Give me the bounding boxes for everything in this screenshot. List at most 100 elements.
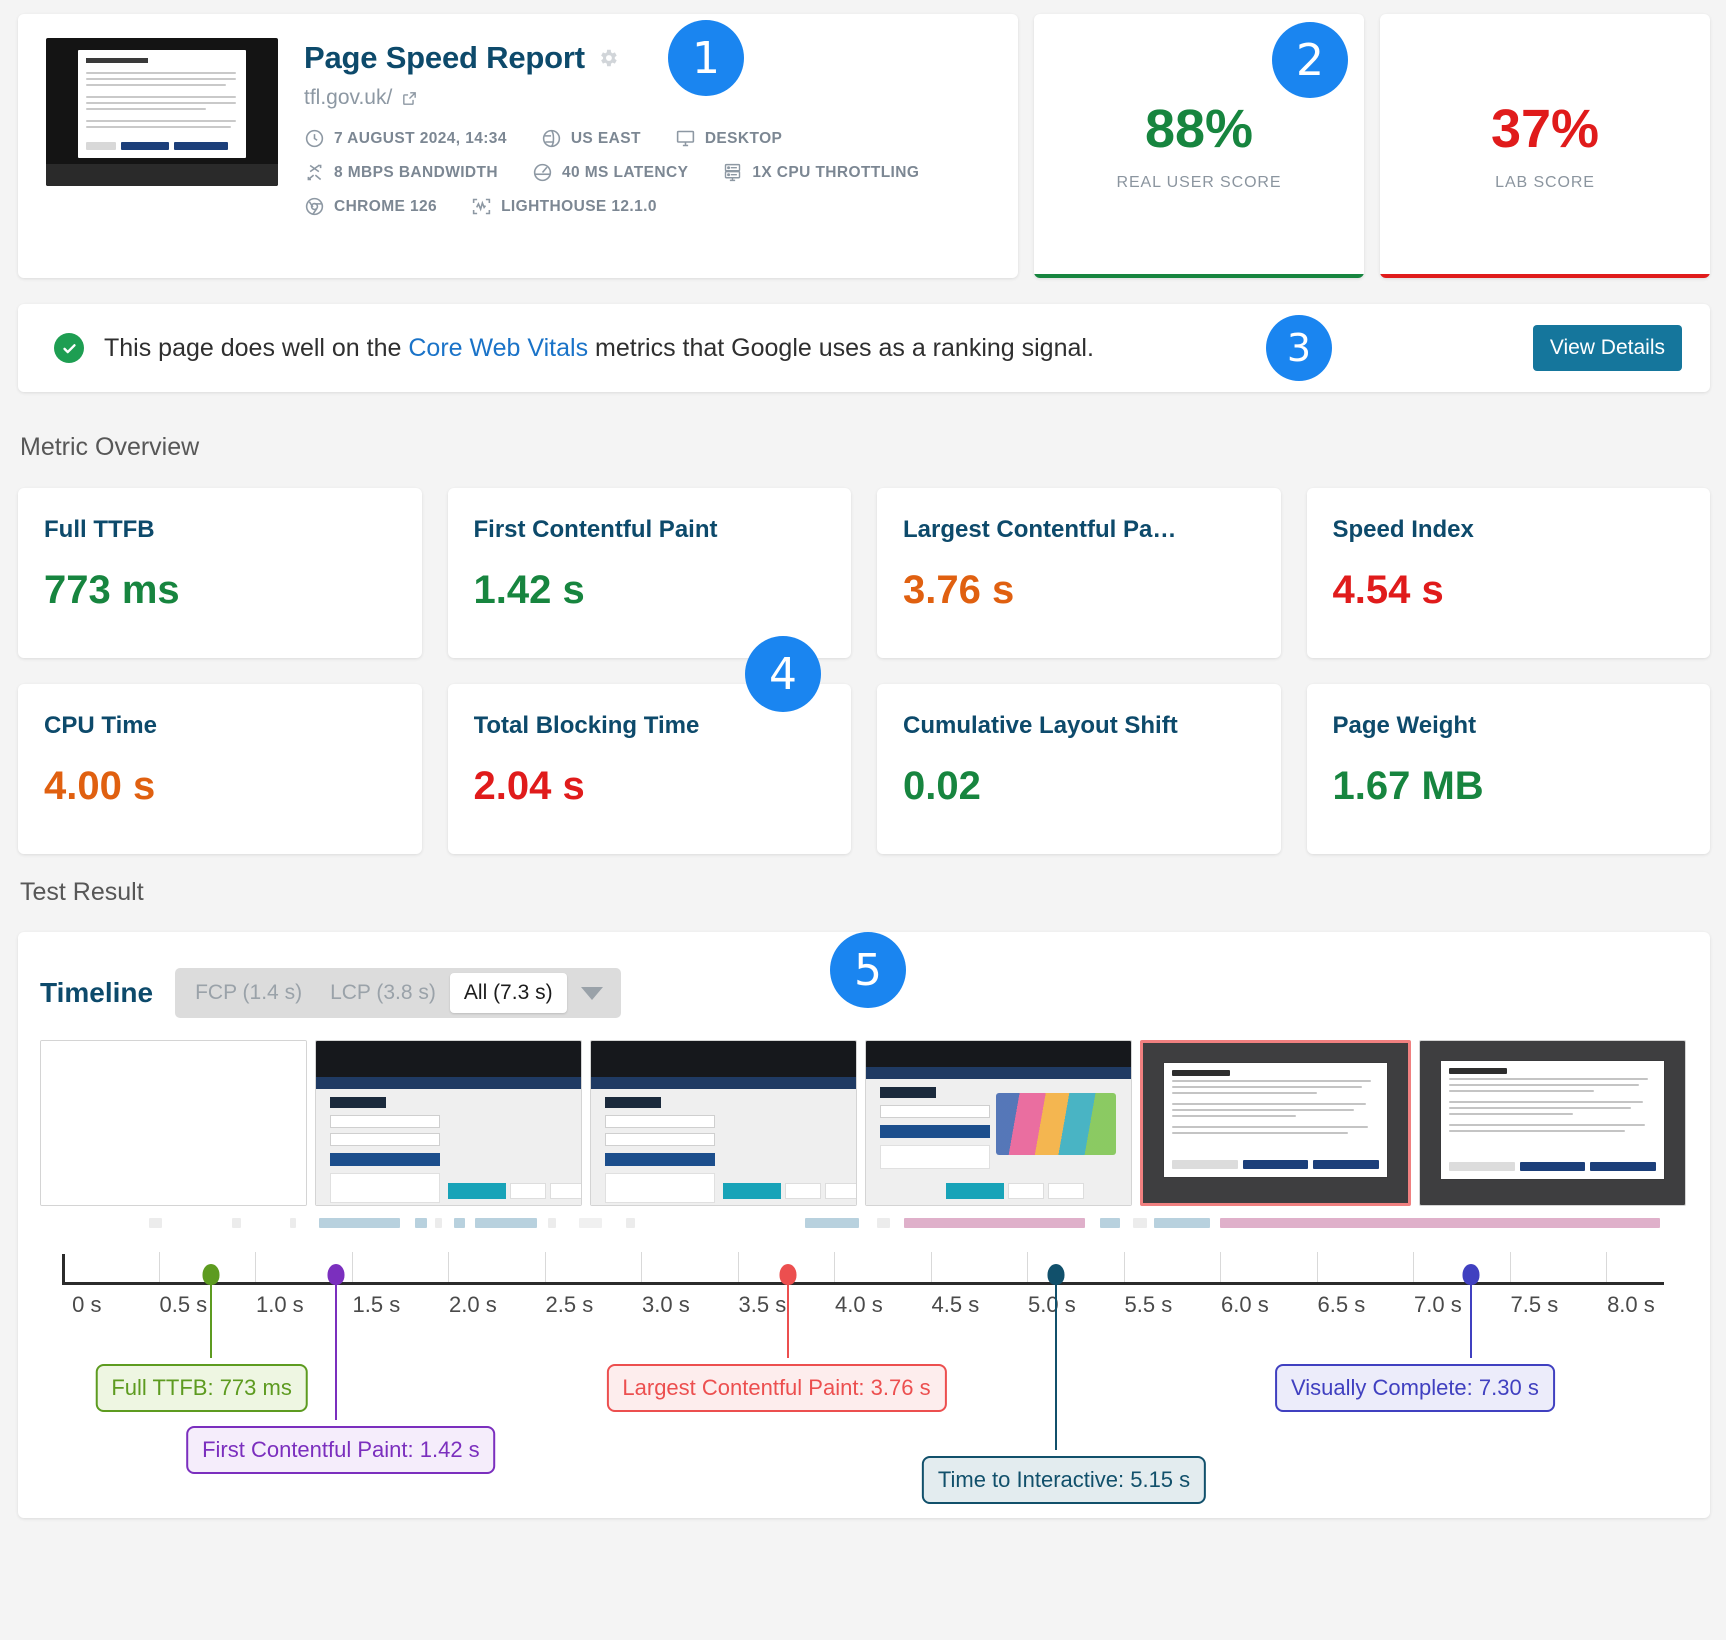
waterfall-request-strip	[62, 1216, 1664, 1230]
lab-score-value: 37%	[1490, 99, 1600, 159]
annotation-badge-3: 3	[1266, 315, 1332, 381]
cwv-message: This page does well on the Core Web Vita…	[104, 334, 1094, 363]
metric-value: 0.02	[903, 764, 981, 808]
axis-tick-label: 1.0 s	[255, 1292, 304, 1317]
annotation-badge-1: 1	[668, 20, 744, 96]
meta-label: CHROME 126	[334, 197, 438, 215]
marker-stem	[1469, 1280, 1472, 1358]
axis-tick	[351, 1252, 353, 1282]
metric-label: Largest Contentful Pa…	[903, 516, 1177, 543]
filmstrip-frame-highlighted[interactable]	[1140, 1040, 1411, 1206]
report-header-card: Page Speed Report tfl.gov.uk/ 7 AUGUST 2…	[18, 14, 1018, 278]
axis-tick-label: 5.0 s	[1028, 1292, 1076, 1317]
metric-label: First Contentful Paint	[473, 516, 718, 543]
waterfall-request-bar	[434, 1218, 443, 1228]
meta-item-latency: 40 MS LATENCY	[532, 162, 688, 183]
axis-tick	[1123, 1252, 1125, 1282]
meta-label: 7 AUGUST 2024, 14:34	[334, 129, 507, 147]
waterfall-request-bar	[475, 1218, 537, 1228]
metric-label: CPU Time	[44, 712, 157, 739]
lab-score-label: LAB SCORE	[1495, 174, 1595, 191]
waterfall-request-bar	[1100, 1218, 1120, 1228]
waterfall-request-bar	[579, 1218, 603, 1228]
axis-tick	[1606, 1252, 1608, 1282]
timeline-tab-lcp[interactable]: LCP (3.8 s)	[316, 973, 450, 1013]
annotation-badge-5: 5	[830, 932, 906, 1008]
page-screenshot-thumbnail	[46, 38, 278, 186]
metric-card-speed-index[interactable]: Speed Index 4.54 s	[1306, 488, 1710, 658]
cpu-icon	[725, 163, 741, 182]
axis-line	[62, 1282, 1664, 1285]
metric-value: 773 ms	[44, 568, 180, 612]
filmstrip-frame[interactable]	[590, 1040, 857, 1206]
meta-label: 1X CPU THROTTLING	[752, 163, 920, 181]
timeline-title: Timeline	[40, 977, 154, 1008]
axis-tick	[737, 1252, 739, 1282]
external-link-icon[interactable]	[401, 90, 418, 107]
timeline-tab-fcp[interactable]: FCP (1.4 s)	[181, 973, 316, 1013]
metric-card-largest-contentful-paint[interactable]: Largest Contentful Pa… 3.76 s	[877, 488, 1281, 658]
axis-tick	[1220, 1252, 1222, 1282]
filmstrip-frame[interactable]	[315, 1040, 582, 1206]
meta-item-cpu: 1X CPU THROTTLING	[722, 162, 919, 183]
metric-row-1: Full TTFB 773 ms First Contentful Paint …	[18, 488, 1710, 658]
real-user-score-value: 88%	[1144, 99, 1254, 159]
axis-tick-label: 4.5 s	[931, 1292, 980, 1317]
waterfall-request-bar	[148, 1218, 163, 1228]
meta-item-device: DESKTOP	[675, 128, 782, 149]
axis-tick-label: 3.0 s	[642, 1292, 690, 1317]
metric-label: Cumulative Layout Shift	[903, 712, 1178, 739]
timeline-axis: 0 s 0.5 s 1.0 s 1.5 s 2.0 s 2.5 s 3.0 s 3.5 s 4.…	[62, 1230, 1664, 1450]
metric-card-first-contentful-paint[interactable]: First Contentful Paint 1.42 s	[447, 488, 851, 658]
metric-card-full-ttfb[interactable]: Full TTFB 773 ms	[18, 488, 422, 658]
monitor-icon	[676, 130, 694, 147]
page-title: Page Speed Report	[304, 40, 585, 75]
metric-card-page-weight[interactable]: Page Weight 1.67 MB	[1306, 684, 1710, 854]
globe-icon	[542, 129, 561, 148]
axis-tick-label: 6.0 s	[1221, 1292, 1269, 1317]
axis-tick-label: 2.0 s	[448, 1292, 497, 1317]
waterfall-request-bar	[1154, 1218, 1211, 1228]
axis-tick-label: 7.0 s	[1414, 1292, 1462, 1317]
cwv-text-before: This page does well on the	[104, 333, 409, 362]
metric-card-cumulative-layout-shift[interactable]: Cumulative Layout Shift 0.02	[877, 684, 1281, 854]
axis-tick-label: 0 s	[72, 1292, 102, 1317]
axis-tick-label: 6.5 s	[1317, 1292, 1366, 1317]
waterfall-request-bar	[415, 1218, 427, 1228]
view-details-button[interactable]: View Details	[1532, 325, 1682, 371]
latency-icon	[533, 163, 552, 182]
axis-tick	[448, 1252, 450, 1282]
chevron-down-icon[interactable]	[580, 986, 603, 1000]
filmstrip-frame[interactable]	[40, 1040, 307, 1206]
page-url[interactable]: tfl.gov.uk/	[304, 86, 392, 110]
marker-stem	[786, 1280, 789, 1358]
gear-icon[interactable]	[597, 47, 619, 69]
metric-label: Full TTFB	[44, 516, 155, 543]
waterfall-request-bar	[453, 1218, 466, 1228]
waterfall-request-bar	[318, 1218, 400, 1228]
meta-item-region: US EAST	[541, 128, 641, 149]
axis-tick	[1413, 1252, 1415, 1282]
axis-tick-label: 0.5 s	[159, 1292, 208, 1317]
metric-value: 1.67 MB	[1332, 764, 1484, 808]
filmstrip	[40, 1040, 1686, 1206]
timeline-tab-all[interactable]: All (7.3 s)	[449, 973, 567, 1013]
axis-tick-label: 4.0 s	[835, 1292, 883, 1317]
axis-tick	[834, 1252, 836, 1282]
metric-card-cpu-time[interactable]: CPU Time 4.00 s	[18, 684, 422, 854]
waterfall-request-bar	[1220, 1218, 1661, 1228]
metric-overview-grid: Full TTFB 773 ms First Contentful Paint …	[18, 488, 1710, 880]
clock-icon	[305, 129, 324, 148]
filmstrip-frame[interactable]	[1419, 1040, 1686, 1206]
filmstrip-frame[interactable]	[865, 1040, 1132, 1206]
axis-tick-label: 7.5 s	[1510, 1292, 1559, 1317]
real-user-score-label: REAL USER SCORE	[1116, 174, 1282, 191]
axis-tick	[930, 1252, 932, 1282]
top-row: Page Speed Report tfl.gov.uk/ 7 AUGUST 2…	[18, 14, 1710, 278]
meta-label: 40 MS LATENCY	[561, 163, 689, 181]
waterfall-request-bar	[625, 1218, 636, 1228]
waterfall-request-bar	[548, 1218, 557, 1228]
axis-tick	[255, 1252, 256, 1282]
core-web-vitals-link[interactable]: Core Web Vitals	[408, 334, 588, 362]
score-underline	[1380, 274, 1710, 278]
